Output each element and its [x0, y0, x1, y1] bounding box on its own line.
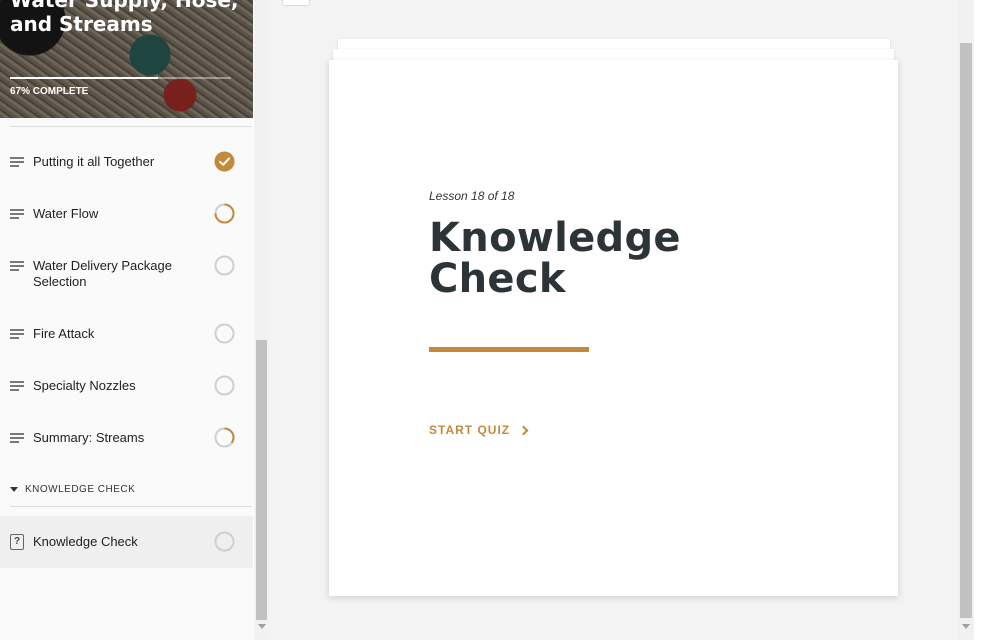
- empty-circle-icon: [214, 531, 235, 552]
- quiz-question-icon: ?: [10, 534, 24, 550]
- sidebar-item-water-flow[interactable]: Water Flow: [0, 203, 253, 224]
- section-toggle-knowledge-check[interactable]: KNOWLEDGE CHECK: [10, 484, 135, 495]
- progress-ring-icon: [214, 203, 235, 224]
- sidebar-item-label: Putting it all Together: [33, 154, 155, 169]
- sidebar-scroll-down-arrow[interactable]: [258, 624, 266, 629]
- sidebar-item-putting-it-all-together[interactable]: Putting it all Together: [0, 151, 253, 172]
- lesson-title: Knowledge Check: [429, 215, 681, 302]
- lesson-lines-icon: [10, 381, 24, 391]
- caret-down-icon: [10, 487, 18, 492]
- lesson-lines-icon: [10, 329, 24, 339]
- sidebar-item-water-delivery-package-selection[interactable]: Water Delivery Package Selection: [0, 255, 253, 290]
- sidebar-item-label: Specialty Nozzles: [33, 378, 136, 393]
- sidebar-item-summary-streams[interactable]: Summary: Streams: [0, 427, 253, 448]
- lesson-lines-icon: [10, 209, 24, 219]
- course-progress-fill: [10, 77, 159, 79]
- chevron-right-icon: [518, 425, 529, 435]
- course-progress-text: 67% COMPLETE: [10, 86, 89, 97]
- sidebar-scrollbar-thumb[interactable]: [256, 340, 267, 620]
- sidebar-item-label: Fire Attack: [33, 326, 95, 341]
- sidebar-item-label: Knowledge Check: [33, 534, 138, 549]
- lesson-lines-icon: [10, 157, 24, 167]
- right-gutter: [974, 0, 998, 640]
- sidebar-item-label: Water Delivery Package Selection: [33, 258, 172, 289]
- course-progress-bar: [10, 77, 231, 79]
- sidebar-item-fire-attack[interactable]: Fire Attack: [0, 323, 253, 344]
- empty-circle-icon: [214, 375, 235, 396]
- sidebar-item-label: Water Flow: [33, 206, 99, 221]
- section-label: KNOWLEDGE CHECK: [25, 484, 136, 495]
- lesson-counter: Lesson 18 of 18: [429, 189, 515, 203]
- sidebar-item-label: Summary: Streams: [33, 430, 145, 445]
- sidebar-item-specialty-nozzles[interactable]: Specialty Nozzles: [0, 375, 253, 396]
- complete-check-icon: [214, 151, 235, 172]
- lesson-lines-icon: [10, 433, 24, 443]
- course-title: Water Supply, Hose, and Streams: [10, 0, 239, 36]
- lesson-card: Lesson 18 of 18 Knowledge Check START QU…: [329, 60, 898, 596]
- empty-circle-icon: [214, 323, 235, 344]
- sidebar-divider: [10, 506, 252, 507]
- sidebar-divider: [10, 126, 252, 127]
- progress-ring-icon: [214, 427, 235, 448]
- accent-rule: [429, 347, 589, 352]
- course-sidebar: Water Supply, Hose, and Streams 67% COMP…: [0, 0, 253, 640]
- start-quiz-button[interactable]: START QUIZ: [429, 423, 529, 437]
- lesson-lines-icon: [10, 261, 24, 271]
- start-quiz-label: START QUIZ: [429, 423, 511, 437]
- top-tab[interactable]: [282, 0, 310, 6]
- sidebar-item-knowledge-check[interactable]: ? Knowledge Check: [0, 516, 253, 568]
- main-scrollbar-thumb[interactable]: [960, 43, 972, 618]
- main-scroll-down-arrow[interactable]: [962, 624, 970, 629]
- empty-circle-icon: [214, 255, 235, 276]
